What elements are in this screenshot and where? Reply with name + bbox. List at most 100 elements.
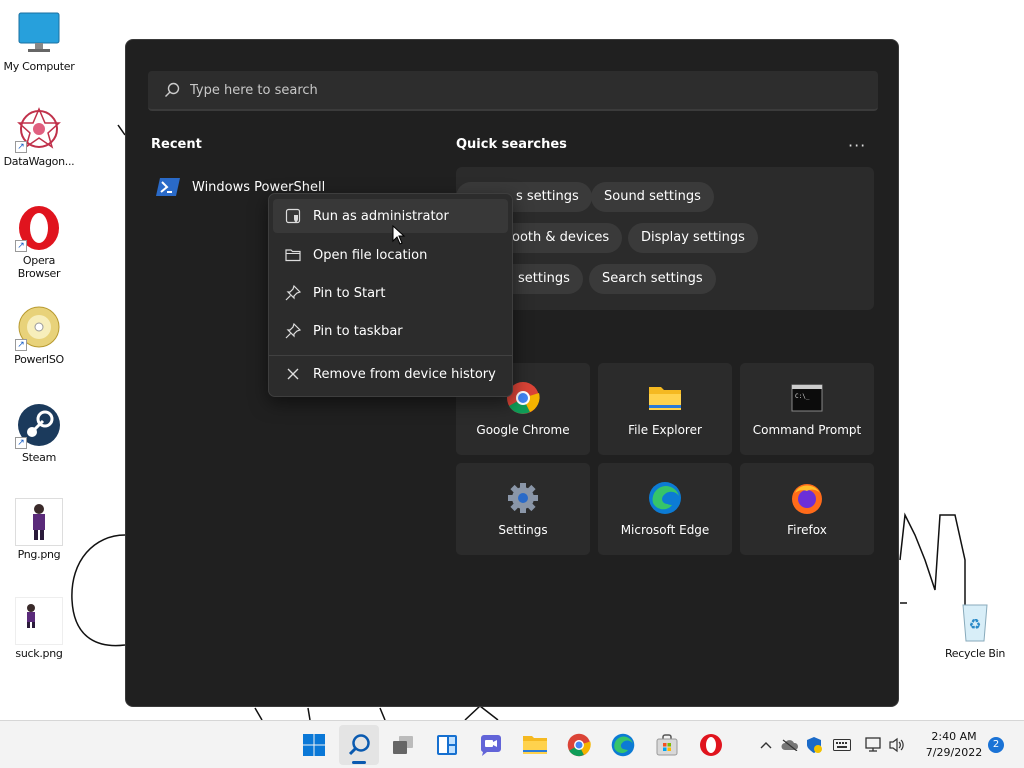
opera-icon: ↗ [15, 204, 63, 252]
desktop-icon-png[interactable]: Png.png [0, 498, 78, 561]
quick-search-chip[interactable]: Display settings [628, 223, 758, 253]
desktop-icon-recycle-bin[interactable]: ♻ Recycle Bin [936, 597, 1014, 660]
search-input[interactable] [190, 82, 790, 98]
menu-item-label: Remove from device history [313, 366, 496, 382]
app-tile-label: File Explorer [628, 423, 702, 437]
active-indicator [352, 761, 366, 764]
edge-icon [648, 481, 682, 515]
taskbar-edge[interactable] [603, 725, 643, 765]
clock-date: 7/29/2022 [925, 746, 983, 759]
search-box[interactable] [148, 71, 878, 111]
firefox-icon [790, 481, 824, 515]
show-hidden-icons-chevron-icon[interactable] [756, 735, 776, 755]
task-view-button[interactable] [383, 725, 423, 765]
desktop-icon-my-computer[interactable]: My Computer [0, 10, 78, 73]
image-icon [15, 597, 63, 645]
poweriso-icon: ↗ [15, 303, 63, 351]
menu-separator [269, 355, 512, 356]
app-tile-label: Microsoft Edge [620, 523, 710, 537]
app-tile-label: Command Prompt [752, 423, 862, 437]
desktop-icon-label: Steam [21, 451, 57, 464]
network-icon[interactable] [863, 735, 883, 755]
taskbar-opera[interactable] [691, 725, 731, 765]
opera-icon [700, 734, 722, 756]
desktop-icon-opera[interactable]: ↗ Opera Browser [0, 204, 78, 280]
search-icon [348, 734, 370, 756]
svg-text:C:\_: C:\_ [795, 393, 810, 400]
menu-item-pin-to-taskbar[interactable]: Pin to taskbar [273, 314, 508, 348]
keyboard-icon[interactable] [832, 735, 852, 755]
app-tile-command-prompt[interactable]: C:\_ Command Prompt [740, 363, 874, 455]
edge-icon [611, 733, 635, 757]
more-options-icon[interactable]: ··· [848, 136, 866, 155]
menu-item-remove-from-device-history[interactable]: Remove from device history [273, 357, 508, 391]
task-view-icon [393, 736, 413, 754]
mouse-cursor-icon [392, 225, 406, 245]
recycle-bin-icon: ♻ [951, 597, 999, 645]
app-tile-settings[interactable]: Settings [456, 463, 590, 555]
shield-icon [285, 208, 301, 224]
monitor-icon [15, 10, 63, 58]
taskbar-store[interactable] [647, 725, 687, 765]
menu-item-label: Pin to taskbar [313, 323, 403, 339]
taskbar-clock[interactable]: 2:40 AM 7/29/2022 [914, 729, 994, 761]
notification-count-badge[interactable]: 2 [988, 737, 1004, 753]
quick-searches-title: Quick searches [456, 137, 567, 152]
menu-item-run-as-administrator[interactable]: Run as administrator [273, 199, 508, 233]
app-tile-firefox[interactable]: Firefox [740, 463, 874, 555]
chat-button[interactable] [471, 725, 511, 765]
app-tile-label: Google Chrome [476, 423, 570, 437]
desktop-icon-label: suck.png [15, 647, 63, 660]
desktop-icon-label: DataWagon... [3, 155, 75, 168]
taskbar: 2:40 AM 7/29/2022 2 [0, 720, 1024, 768]
desktop-icon-steam[interactable]: ↗ Steam [0, 401, 78, 464]
folder-outline-icon [285, 249, 301, 262]
shortcut-arrow-icon: ↗ [15, 339, 27, 351]
menu-item-label: Run as administrator [313, 208, 449, 224]
datawagon-icon: ↗ [15, 105, 63, 153]
menu-item-open-file-location[interactable]: Open file location [273, 238, 508, 272]
menu-item-pin-to-start[interactable]: Pin to Start [273, 276, 508, 310]
menu-item-label: Pin to Start [313, 285, 386, 301]
store-icon [656, 734, 678, 756]
menu-item-label: Open file location [313, 247, 428, 263]
pin-icon [285, 285, 301, 301]
chrome-icon [567, 733, 591, 757]
volume-icon[interactable] [887, 735, 907, 755]
gear-icon [506, 481, 540, 515]
onedrive-icon[interactable] [780, 735, 800, 755]
search-icon [165, 82, 180, 97]
taskbar-chrome[interactable] [559, 725, 599, 765]
widgets-icon [437, 735, 457, 755]
clock-time: 2:40 AM [931, 730, 977, 743]
shortcut-arrow-icon: ↗ [15, 437, 27, 449]
cmd-icon: C:\_ [790, 381, 824, 415]
pin-icon [285, 323, 301, 339]
app-tile-file-explorer[interactable]: File Explorer [598, 363, 732, 455]
desktop-icon-datawagon[interactable]: ↗ DataWagon... [0, 105, 78, 168]
app-tile-label: Settings [498, 523, 548, 537]
quick-search-chip[interactable]: Search settings [589, 264, 716, 294]
desktop-icon-label: PowerISO [14, 353, 64, 366]
start-button[interactable] [294, 725, 334, 765]
context-menu: Run as administrator Open file location … [268, 193, 513, 397]
recent-title: Recent [151, 137, 202, 152]
desktop-icon-label: Opera Browser [17, 254, 61, 280]
image-icon [15, 498, 63, 546]
widgets-button[interactable] [427, 725, 467, 765]
taskbar-search-button[interactable] [339, 725, 379, 765]
security-shield-icon[interactable] [804, 735, 824, 755]
svg-text:♻: ♻ [969, 617, 982, 633]
quick-search-chip[interactable]: Sound settings [591, 182, 714, 212]
taskbar-file-explorer[interactable] [515, 725, 555, 765]
desktop-icon-poweriso[interactable]: ↗ PowerISO [0, 303, 78, 366]
app-tile-label: Firefox [787, 523, 827, 537]
steam-icon: ↗ [15, 401, 63, 449]
powershell-icon [156, 178, 180, 196]
desktop-icon-label: Recycle Bin [944, 647, 1006, 660]
file-explorer-icon [523, 736, 547, 754]
shortcut-arrow-icon: ↗ [15, 141, 27, 153]
desktop-icon-label: Png.png [17, 548, 61, 561]
desktop-icon-suck-png[interactable]: suck.png [0, 597, 78, 660]
app-tile-edge[interactable]: Microsoft Edge [598, 463, 732, 555]
